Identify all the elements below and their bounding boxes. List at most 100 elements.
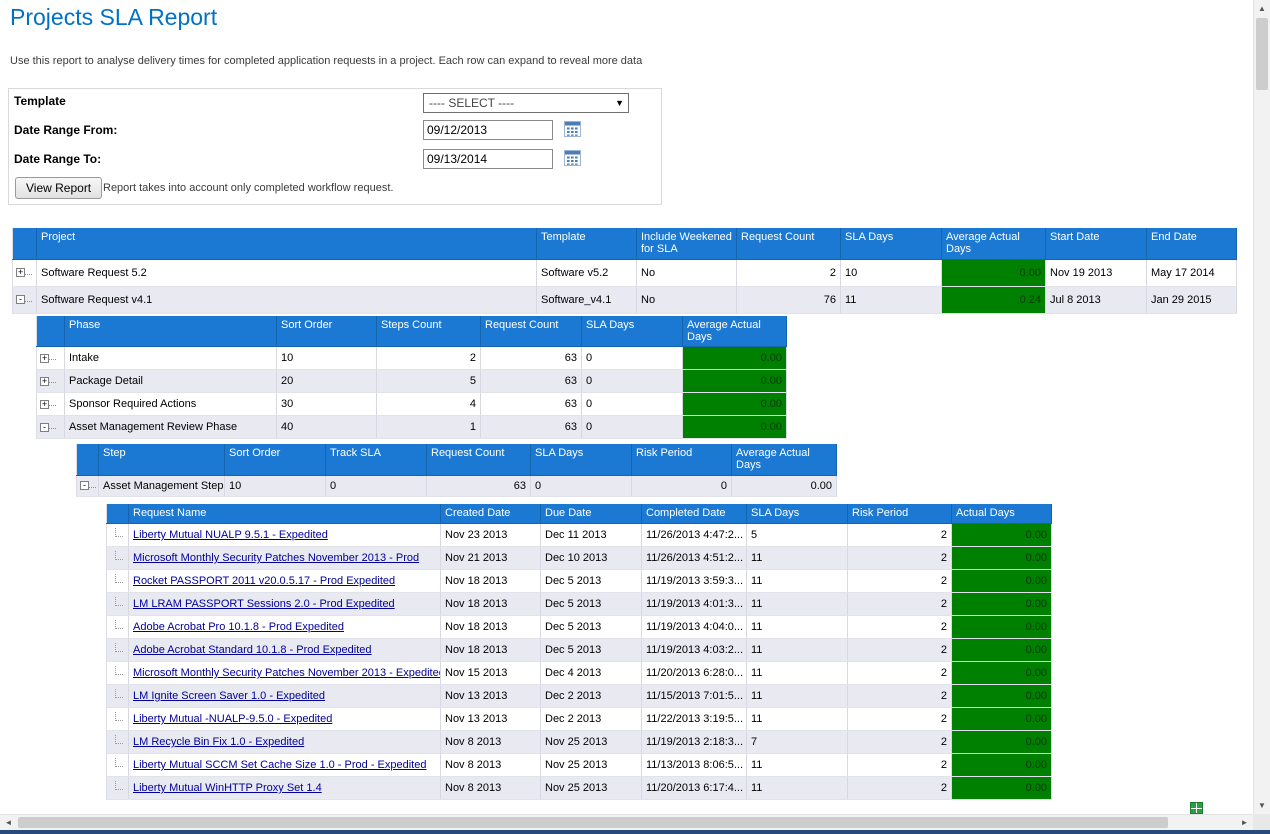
vertical-scrollbar[interactable]: ▲ ▼ xyxy=(1253,0,1270,814)
phases-header-row: Phase Sort Order Steps Count Request Cou… xyxy=(37,316,787,347)
include-weekend-cell: No xyxy=(637,286,737,313)
request-link[interactable]: Liberty Mutual -NUALP-9.5.0 - Expedited xyxy=(133,713,332,725)
template-select[interactable]: ---- SELECT ---- ▼ xyxy=(423,93,629,113)
horizontal-scrollbar-thumb[interactable] xyxy=(18,817,1168,828)
template-cell: Software_v4.1 xyxy=(537,286,637,313)
request-link[interactable]: LM Ignite Screen Saver 1.0 - Expedited xyxy=(133,690,325,702)
actual-days-cell: 0.00 xyxy=(952,570,1052,593)
projects-table: Project Template Include Weekened for SL… xyxy=(12,228,1237,314)
date-from-input[interactable] xyxy=(423,120,553,140)
expand-toggle-icon[interactable]: - xyxy=(16,295,25,304)
request-link[interactable]: Microsoft Monthly Security Patches Novem… xyxy=(133,552,419,564)
tree-connector xyxy=(115,620,123,629)
request-link[interactable]: Adobe Acrobat Standard 10.1.8 - Prod Exp… xyxy=(133,644,372,656)
due-date-cell: Nov 25 2013 xyxy=(541,754,642,777)
actual-days-cell: 0.00 xyxy=(952,593,1052,616)
request-link[interactable]: LM LRAM PASSPORT Sessions 2.0 - Prod Exp… xyxy=(133,598,395,610)
due-date-cell: Dec 11 2013 xyxy=(541,524,642,547)
tree-connector xyxy=(115,735,123,744)
col-sla-days: SLA Days xyxy=(841,228,942,259)
template-select-value: ---- SELECT ---- xyxy=(429,96,514,110)
request-link[interactable]: Liberty Mutual NUALP 9.5.1 - Expedited xyxy=(133,529,328,541)
project-name-cell: Software Request 5.2 xyxy=(37,259,537,286)
col-request-count: Request Count xyxy=(481,316,582,347)
scroll-right-icon[interactable]: ► xyxy=(1236,815,1253,830)
template-cell: Software v5.2 xyxy=(537,259,637,286)
phase-row: + Intake 10 2 63 0 0.00 xyxy=(37,347,787,370)
created-date-cell: Nov 18 2013 xyxy=(441,593,541,616)
col-avg-actual-days: Average Actual Days xyxy=(732,444,837,475)
tree-cell xyxy=(107,524,129,547)
actual-days-cell: 0.00 xyxy=(952,662,1052,685)
due-date-cell: Dec 10 2013 xyxy=(541,547,642,570)
horizontal-scrollbar[interactable]: ◄ ► xyxy=(0,814,1253,830)
phase-row: + Sponsor Required Actions 30 4 63 0 0.0… xyxy=(37,393,787,416)
risk-period-cell: 2 xyxy=(848,731,952,754)
end-date-cell: Jan 29 2015 xyxy=(1147,286,1237,313)
tree-cell xyxy=(107,777,129,800)
request-name-cell: Liberty Mutual SCCM Set Cache Size 1.0 -… xyxy=(129,754,441,777)
request-link[interactable]: Liberty Mutual SCCM Set Cache Size 1.0 -… xyxy=(133,759,426,771)
scroll-up-icon[interactable]: ▲ xyxy=(1254,0,1270,17)
calendar-to-icon[interactable] xyxy=(562,150,582,168)
completed-date-cell: 11/20/2013 6:28:0... xyxy=(642,662,747,685)
phases-table: Phase Sort Order Steps Count Request Cou… xyxy=(36,316,787,440)
request-link[interactable]: Liberty Mutual WinHTTP Proxy Set 1.4 xyxy=(133,782,322,794)
vertical-scrollbar-thumb[interactable] xyxy=(1256,18,1268,90)
due-date-cell: Dec 5 2013 xyxy=(541,616,642,639)
actual-days-cell: 0.00 xyxy=(952,639,1052,662)
request-name-cell: Adobe Acrobat Standard 10.1.8 - Prod Exp… xyxy=(129,639,441,662)
request-count-cell: 63 xyxy=(427,475,531,496)
tree-cell xyxy=(107,731,129,754)
risk-period-cell: 2 xyxy=(848,685,952,708)
window-bottom-edge xyxy=(0,830,1270,834)
col-risk-period: Risk Period xyxy=(632,444,732,475)
col-request-count: Request Count xyxy=(427,444,531,475)
expand-toggle-icon[interactable]: + xyxy=(40,400,49,409)
phase-row: - Asset Management Review Phase 40 1 63 … xyxy=(37,416,787,439)
sla-days-cell: 11 xyxy=(747,754,848,777)
filter-panel: Template ---- SELECT ---- ▼ Date Range F… xyxy=(8,88,662,205)
expand-toggle-icon[interactable]: + xyxy=(40,354,49,363)
date-to-input[interactable] xyxy=(423,149,553,169)
due-date-cell: Dec 4 2013 xyxy=(541,662,642,685)
sla-days-cell: 11 xyxy=(841,286,942,313)
sla-days-cell: 11 xyxy=(747,777,848,800)
scroll-down-icon[interactable]: ▼ xyxy=(1254,797,1270,814)
avg-actual-days-cell: 0.00 xyxy=(683,393,787,416)
view-report-button[interactable]: View Report xyxy=(15,177,102,199)
expand-toggle-icon[interactable]: - xyxy=(40,423,49,432)
request-row: Liberty Mutual -NUALP-9.5.0 - Expedited … xyxy=(107,708,1052,731)
request-link[interactable]: Rocket PASSPORT 2011 v20.0.5.17 - Prod E… xyxy=(133,575,395,587)
actual-days-cell: 0.00 xyxy=(952,616,1052,639)
expand-toggle-icon[interactable]: + xyxy=(40,377,49,386)
sla-days-cell: 0 xyxy=(582,416,683,439)
excel-export-icon[interactable] xyxy=(1190,802,1203,814)
scrollbar-corner xyxy=(1253,814,1270,830)
sla-days-cell: 10 xyxy=(841,259,942,286)
sort-order-cell: 10 xyxy=(225,475,326,496)
sort-order-cell: 40 xyxy=(277,416,377,439)
include-weekend-cell: No xyxy=(637,259,737,286)
col-phase: Phase xyxy=(65,316,277,347)
chevron-down-icon: ▼ xyxy=(615,98,624,108)
col-end-date: End Date xyxy=(1147,228,1237,259)
project-row: + Software Request 5.2 Software v5.2 No … xyxy=(13,259,1237,286)
created-date-cell: Nov 13 2013 xyxy=(441,685,541,708)
created-date-cell: Nov 8 2013 xyxy=(441,777,541,800)
request-row: LM LRAM PASSPORT Sessions 2.0 - Prod Exp… xyxy=(107,593,1052,616)
tree-connector xyxy=(115,574,123,583)
expand-toggle-icon[interactable]: + xyxy=(16,268,25,277)
sla-days-cell: 5 xyxy=(747,524,848,547)
request-link[interactable]: Microsoft Monthly Security Patches Novem… xyxy=(133,667,441,679)
created-date-cell: Nov 23 2013 xyxy=(441,524,541,547)
scroll-left-icon[interactable]: ◄ xyxy=(0,815,17,830)
request-link[interactable]: Adobe Acrobat Pro 10.1.8 - Prod Expedite… xyxy=(133,621,344,633)
tree-connector xyxy=(49,402,56,406)
calendar-from-icon[interactable] xyxy=(562,121,582,139)
request-link[interactable]: LM Recycle Bin Fix 1.0 - Expedited xyxy=(133,736,304,748)
expand-toggle-icon[interactable]: - xyxy=(80,481,89,490)
tree-cell xyxy=(107,547,129,570)
due-date-cell: Dec 2 2013 xyxy=(541,708,642,731)
col-avg-actual-days: Average Actual Days xyxy=(942,228,1046,259)
